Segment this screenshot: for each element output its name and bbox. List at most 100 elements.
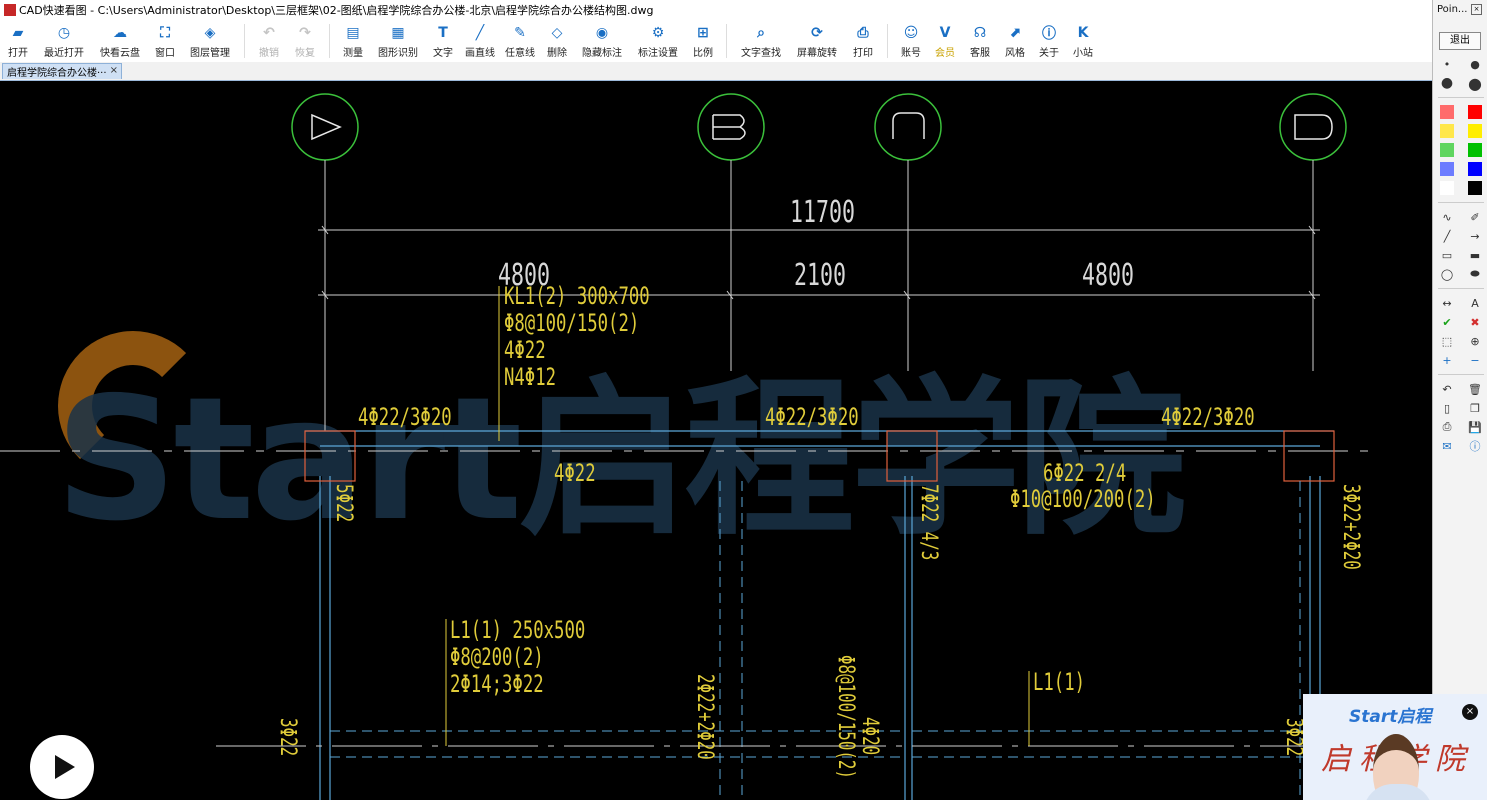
toolbar-headset-button[interactable]: ☊ 客服 [962,20,998,59]
text-tool-icon[interactable]: A [1466,295,1484,311]
folder-open-icon: ▰ [12,25,24,41]
toolbar-print-button[interactable]: ⎙ 打印 [845,20,881,59]
rectangle-tool-icon[interactable]: ▭ [1438,247,1456,263]
beam-kl-top-rebar: 4Φ22 [504,336,546,364]
app-icon [4,4,16,16]
support-rebar-a: 4Φ22/3Φ20 [358,403,452,431]
vlabel-e: 2Φ22+2Φ20 [692,674,717,760]
line-tool-icon[interactable]: ╱ [1438,228,1456,244]
small-dot-icon[interactable]: • [1438,56,1456,72]
toolbar-window-button[interactable]: ⛶ 窗口 [148,20,182,59]
toolbar-label: 打印 [853,48,873,59]
toolbar-info-button[interactable]: ⓘ 关于 [1032,20,1066,59]
swatch-fill [1440,162,1454,176]
axis-bubble-a [291,93,359,161]
toolbar-eraser-button[interactable]: ◇ 删除 [540,20,574,59]
toolbar-label: 会员 [935,48,955,59]
help-icon[interactable]: ⓘ [1466,438,1484,454]
vlabel-c: 3Φ22+2Φ20 [1338,484,1363,570]
color-swatch[interactable] [1438,180,1456,196]
toolbar-separator [726,24,727,58]
color-swatch[interactable] [1466,123,1484,139]
color-swatch[interactable] [1438,142,1456,158]
toolbar-label: 任意线 [505,48,535,59]
copy-icon[interactable]: ❐ [1466,400,1484,416]
toolbar-find-text-button[interactable]: ⌕ 文字查找 [733,20,789,59]
toolbar-annotation-settings-button[interactable]: ⚙ 标注设置 [630,20,686,59]
toolbar-label: 打开 [8,48,28,59]
toolbar-undo-button[interactable]: ↶ 撤销 [251,20,287,59]
print-tool-icon[interactable]: ⎙ [1438,419,1456,435]
toolbar-ruler-button[interactable]: ▤ 测量 [336,20,370,59]
toolbar-shape-recognition-button[interactable]: ▦ 图形识别 [370,20,426,59]
toolbar-vip-button[interactable]: V 会员 [928,20,962,59]
color-swatch[interactable] [1466,104,1484,120]
filled-ellipse-tool-icon[interactable]: ⬬ [1466,266,1484,282]
toolbar-clock-button[interactable]: ◷ 最近打开 [36,20,92,59]
mail-icon[interactable]: ✉ [1438,438,1456,454]
toolbar-folder-open-button[interactable]: ▰ 打开 [0,20,36,59]
webcam-close-icon[interactable]: × [1462,704,1478,720]
toolbar-label: 风格 [1005,48,1025,59]
toolbar-eye-hidden-button[interactable]: ◉ 隐藏标注 [574,20,630,59]
swatch-fill [1468,143,1482,157]
toolbar-separator [329,24,330,58]
dim-total: 11700 [790,195,856,230]
plus-icon[interactable]: + [1438,352,1456,368]
shape-recognition-icon: ▦ [391,25,405,41]
toolbar-cloud-button[interactable]: ☁ 快看云盘 [92,20,148,59]
swatch-fill [1440,143,1454,157]
arrow-tool-icon[interactable]: → [1466,228,1484,244]
toolbar-label: 隐藏标注 [582,48,622,59]
toolbar-k-site-button[interactable]: K 小站 [1066,20,1100,59]
color-swatch[interactable] [1438,161,1456,177]
play-button[interactable] [30,735,94,799]
pointer-palette: Poin... × 退出 • ● ● ● ∿ ✐ ╱ → ▭ ▬ ◯ ⬬ ↔ A ✔ ✖ ⬚ ⊕ + − ↶ 🗑 ▯ ❐ ⎙ 💾 ✉… [1432,0,1487,800]
drawing-canvas[interactable]: Start启程学院 11700 4800 2100 4800 KL1(2) 30… [0,81,1432,800]
toolbar-text-button[interactable]: T 文字 [426,20,460,59]
window-icon: ⛶ [160,25,170,41]
toolbar-user-button[interactable]: ☺ 账号 [894,20,928,59]
toolbar-layers-button[interactable]: ◈ 图层管理 [182,20,238,59]
zoom-area-icon[interactable]: ⊕ [1466,333,1484,349]
select-area-icon[interactable]: ⬚ [1438,333,1456,349]
toolbar-line-button[interactable]: ╱ 画直线 [460,20,500,59]
undo-tool-icon[interactable]: ↶ [1438,381,1456,397]
trash-icon[interactable]: 🗑 [1466,381,1484,397]
toolbar-pen-button[interactable]: ✎ 任意线 [500,20,540,59]
cross-icon[interactable]: ✖ [1466,314,1484,330]
double-arrow-tool-icon[interactable]: ↔ [1438,295,1456,311]
toolbar-scale-button[interactable]: ⊞ 比例 [686,20,720,59]
close-tab-icon[interactable]: × [110,65,118,76]
color-swatch[interactable] [1466,142,1484,158]
palette-row: + − [1438,351,1484,369]
color-swatch[interactable] [1438,123,1456,139]
new-page-icon[interactable]: ▯ [1438,400,1456,416]
color-swatch[interactable] [1466,180,1484,196]
toolbar-style-button[interactable]: ⬈ 风格 [998,20,1032,59]
save-icon[interactable]: 💾 [1466,419,1484,435]
freehand-icon[interactable]: ∿ [1438,209,1456,225]
dim-span-3: 4800 [1082,258,1135,293]
exit-button[interactable]: 退出 [1439,32,1481,50]
palette-row: ↶ 🗑 [1438,380,1484,398]
check-icon[interactable]: ✔ [1438,314,1456,330]
palette-row [1438,103,1484,121]
toolbar-rotate-screen-button[interactable]: ⟳ 屏幕旋转 [789,20,845,59]
color-swatch[interactable] [1438,104,1456,120]
toolbar-redo-button[interactable]: ↷ 恢复 [287,20,323,59]
xlarge-dot-icon[interactable]: ● [1466,74,1484,93]
color-swatch[interactable] [1466,161,1484,177]
layers-icon: ◈ [204,25,216,41]
large-dot-icon[interactable]: ● [1438,75,1456,91]
ellipse-tool-icon[interactable]: ◯ [1438,266,1456,282]
filled-rectangle-tool-icon[interactable]: ▬ [1466,247,1484,263]
bottom-rebar-span1: 4Φ22 [554,459,596,487]
minus-icon[interactable]: − [1466,352,1484,368]
eye-hidden-icon: ◉ [595,25,609,41]
swatch-fill [1440,124,1454,138]
highlighter-icon[interactable]: ✐ [1466,209,1484,225]
palette-close-icon[interactable]: × [1471,4,1482,15]
medium-dot-icon[interactable]: ● [1466,56,1484,72]
document-tab[interactable]: 启程学院综合办公楼··· × [2,63,122,79]
